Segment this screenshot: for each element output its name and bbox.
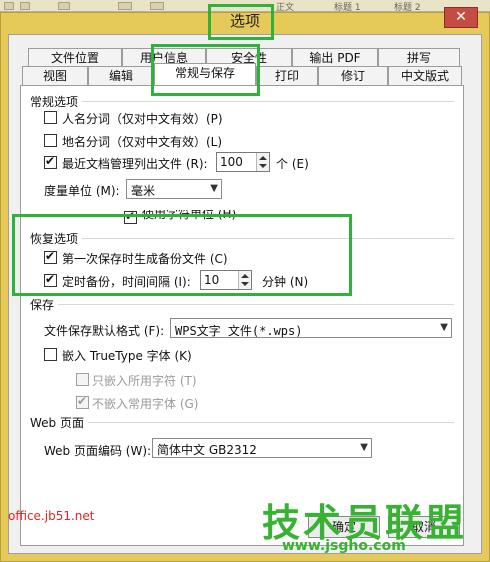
- chevron-down-icon: ▼: [210, 183, 218, 194]
- url-watermark: www.jsgho.com: [282, 538, 406, 554]
- recent-files-stepper[interactable]: 100: [216, 152, 270, 172]
- backup-interval-unit: 分钟 (N): [262, 275, 309, 289]
- measure-unit-label: 度量单位 (M):: [44, 184, 120, 198]
- tab-label: 输出 PDF: [309, 51, 361, 65]
- arrow-down-icon[interactable]: [241, 282, 249, 286]
- recent-files-label: 最近文档管理列出文件 (R):: [62, 157, 208, 171]
- backup-first-checkbox[interactable]: [44, 249, 57, 264]
- tab-file-locations[interactable]: 文件位置: [28, 48, 122, 67]
- close-button[interactable]: ✕: [444, 7, 478, 28]
- arrow-up-icon[interactable]: [259, 156, 267, 160]
- embed-used-only-label: 只嵌入所用字符 (T): [92, 374, 197, 388]
- tab-label: 文件位置: [50, 51, 99, 65]
- measure-unit-value: 毫米: [131, 184, 156, 198]
- recent-files-unit: 个 (E): [276, 157, 309, 171]
- no-common-fonts-checkbox[interactable]: [76, 394, 89, 409]
- tab-chinese-layout[interactable]: 中文版式: [388, 66, 462, 85]
- spinner-arrows[interactable]: [238, 271, 251, 289]
- place-name-label: 地名分词（仅对中文有效）(L): [62, 135, 223, 149]
- measure-unit-select[interactable]: 毫米 ▼: [126, 179, 222, 199]
- tab-label: 编辑: [108, 69, 133, 83]
- web-encoding-value: 简体中文 GB2312: [157, 443, 257, 457]
- timed-backup-checkbox[interactable]: [44, 272, 57, 287]
- group-divider: [30, 238, 454, 239]
- tab-label: 拼写: [406, 51, 431, 65]
- recent-files-checkbox[interactable]: [44, 154, 57, 169]
- arrow-down-icon[interactable]: [259, 164, 267, 168]
- tab-view[interactable]: 视图: [22, 66, 88, 85]
- tab-revision[interactable]: 修订: [318, 66, 388, 85]
- backup-first-label: 第一次保存时生成备份文件 (C): [62, 252, 228, 266]
- place-name-checkbox[interactable]: [44, 134, 57, 147]
- arrow-up-icon[interactable]: [241, 274, 249, 278]
- web-group-title: Web 页面: [30, 414, 88, 431]
- embed-used-only-checkbox[interactable]: [76, 373, 89, 386]
- recent-files-value: 100: [220, 155, 243, 169]
- save-group-title: 保存: [30, 296, 59, 313]
- save-format-label: 文件保存默认格式 (F):: [44, 324, 165, 338]
- tab-label: 常规与保存: [174, 66, 235, 80]
- tab-output-pdf[interactable]: 输出 PDF: [292, 48, 378, 67]
- web-encoding-label: Web 页面编码 (W):: [44, 444, 152, 458]
- site-watermark: office.jb51.net: [8, 509, 95, 523]
- group-divider: [30, 101, 454, 102]
- save-format-value: WPS文字 文件(*.wps): [175, 324, 303, 338]
- close-icon: ✕: [455, 9, 467, 25]
- char-unit-label: 使用字符单位 (H): [142, 210, 237, 220]
- embed-truetype-checkbox[interactable]: [44, 348, 57, 361]
- tab-edit[interactable]: 编辑: [88, 66, 154, 85]
- tab-print[interactable]: 打印: [256, 66, 318, 85]
- general-group-title: 常规选项: [30, 93, 83, 110]
- person-name-label: 人名分词（仅对中文有效）(P): [62, 112, 223, 126]
- char-unit-checkbox[interactable]: [124, 209, 137, 224]
- backup-interval-stepper[interactable]: 10: [200, 270, 252, 290]
- spinner-arrows[interactable]: [256, 153, 269, 171]
- tab-label: 视图: [42, 69, 67, 83]
- tab-label: 打印: [274, 69, 299, 83]
- embed-truetype-label: 嵌入 TrueType 字体 (K): [62, 349, 192, 363]
- timed-backup-label: 定时备份，时间间隔 (I):: [62, 275, 191, 289]
- dialog-title: 选项: [229, 12, 260, 30]
- chevron-down-icon: ▼: [360, 442, 368, 453]
- group-divider: [30, 304, 454, 305]
- recovery-group-title: 恢复选项: [30, 230, 83, 247]
- save-format-select[interactable]: WPS文字 文件(*.wps) ▼: [170, 318, 452, 338]
- tab-label: 中文版式: [400, 69, 449, 83]
- backup-interval-value: 10: [204, 273, 220, 287]
- no-common-fonts-label: 不嵌入常用字体 (G): [92, 397, 199, 411]
- chevron-down-icon: ▼: [440, 322, 448, 333]
- tab-label: 修订: [340, 69, 365, 83]
- group-divider: [30, 422, 454, 423]
- person-name-checkbox[interactable]: [44, 111, 57, 124]
- web-encoding-select[interactable]: 简体中文 GB2312 ▼: [152, 438, 372, 458]
- tab-general-save[interactable]: 常规与保存: [154, 63, 256, 85]
- tab-spelling[interactable]: 拼写: [378, 48, 460, 67]
